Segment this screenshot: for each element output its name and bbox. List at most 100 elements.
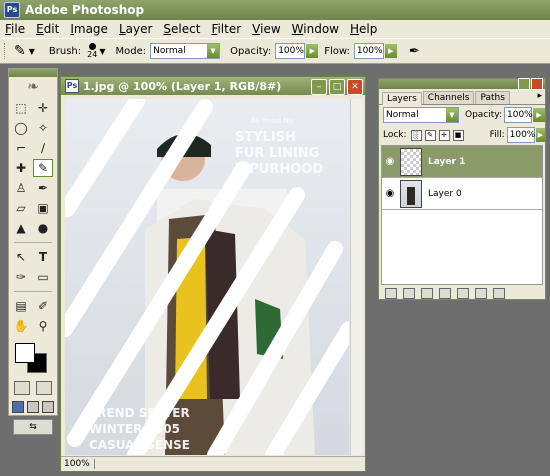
menu-view[interactable]: View — [247, 22, 286, 36]
zoom-tool-icon[interactable]: ⚲ — [33, 317, 53, 335]
new-layer-icon[interactable] — [475, 287, 487, 299]
flow-slider-arrow-icon[interactable]: ▶ — [384, 44, 397, 58]
layer-row-layer-1[interactable]: ◉ Layer 1 — [382, 146, 542, 178]
hand-tool-icon[interactable]: ✋ — [11, 317, 31, 335]
brush-tool-icon[interactable]: ✎ — [33, 159, 53, 177]
tab-channels[interactable]: Channels — [422, 91, 475, 104]
vertical-scrollbar[interactable] — [350, 99, 363, 455]
opacity-slider-arrow-icon[interactable]: ▶ — [306, 44, 319, 58]
brush-label: Brush: — [48, 45, 82, 57]
document-icon: Ps — [65, 79, 79, 93]
eyedropper-tool-icon[interactable]: ✐ — [33, 297, 53, 315]
magic-wand-tool-icon[interactable]: ✧ — [33, 119, 53, 137]
eye-icon[interactable]: ◉ — [382, 156, 398, 167]
link-layers-icon[interactable] — [385, 287, 397, 299]
toolbox-header[interactable] — [9, 69, 57, 77]
flow-input[interactable]: 100% — [353, 43, 384, 59]
layer-row-layer-0[interactable]: ◉ Layer 0 — [382, 178, 542, 210]
menu-layer[interactable]: Layer — [114, 22, 158, 36]
palette-header[interactable] — [379, 78, 545, 90]
fill-input[interactable]: 100% — [506, 127, 535, 143]
mode-select[interactable]: Normal ▼ — [150, 43, 221, 59]
pen-tool-icon[interactable]: ✑ — [11, 268, 31, 286]
shape-tool-icon[interactable]: ▭ — [33, 268, 53, 286]
blend-mode-select[interactable]: Normal ▼ — [383, 107, 459, 123]
brush-size-picker[interactable]: 24 — [87, 43, 97, 59]
layer-name: Layer 1 — [428, 156, 466, 167]
menu-filter[interactable]: Filter — [206, 22, 247, 36]
layer-style-icon[interactable] — [403, 287, 415, 299]
fill-arrow-icon[interactable]: ▶ — [535, 128, 545, 142]
zoom-level[interactable]: 100% — [61, 459, 95, 469]
image-text-headline-1: STYLISH — [235, 130, 296, 145]
lock-image-icon[interactable]: ✎ — [424, 129, 436, 141]
menu-window[interactable]: Window — [287, 22, 345, 36]
notes-tool-icon[interactable]: ▤ — [11, 297, 31, 315]
tool-preset-brush-icon[interactable]: ✎ — [14, 43, 26, 59]
brush-tip-icon — [88, 43, 96, 50]
menu-edit[interactable]: Edit — [31, 22, 65, 36]
full-screen-mode-button[interactable] — [41, 401, 54, 413]
menu-image[interactable]: Image — [65, 22, 114, 36]
blend-row: Normal ▼ Opacity: 100% ▶ — [379, 105, 545, 125]
document-title: 1.jpg @ 100% (Layer 1, RGB/8#) — [83, 79, 282, 93]
standard-mode-button[interactable] — [14, 381, 30, 395]
tab-layers[interactable]: Layers — [382, 92, 422, 105]
dodge-tool-icon[interactable]: ● — [33, 219, 53, 237]
eraser-tool-icon[interactable]: ▱ — [11, 199, 31, 217]
full-screen-menu-mode-button[interactable] — [26, 401, 39, 413]
menu-bar: File Edit Image Layer Select Filter View… — [0, 20, 550, 38]
layer-mask-icon[interactable] — [421, 287, 433, 299]
menu-select[interactable]: Select — [158, 22, 206, 36]
healing-brush-tool-icon[interactable]: ✚ — [11, 159, 31, 177]
feather-logo-icon[interactable]: ❧ — [9, 77, 57, 97]
move-tool-icon[interactable]: ✛ — [33, 99, 53, 117]
slice-tool-icon[interactable]: ∕ — [33, 139, 53, 157]
gradient-tool-icon[interactable]: ▣ — [33, 199, 53, 217]
quick-mask-mode-button[interactable] — [36, 381, 52, 395]
blend-mode-value: Normal — [386, 110, 419, 120]
edit-mode-group — [11, 381, 55, 395]
close-button[interactable]: ✕ — [347, 79, 363, 95]
blend-chevron-down-icon: ▼ — [446, 108, 458, 122]
menu-file[interactable]: File — [0, 22, 31, 36]
crop-tool-icon[interactable]: ⌐ — [11, 139, 31, 157]
new-group-icon[interactable] — [457, 287, 469, 299]
lasso-tool-icon[interactable]: ◯ — [11, 119, 31, 137]
history-brush-tool-icon[interactable]: ✒ — [33, 179, 53, 197]
type-tool-icon[interactable]: T — [33, 248, 53, 266]
menu-help[interactable]: Help — [345, 22, 383, 36]
opacity-label: Opacity: — [230, 45, 272, 57]
minimize-button[interactable]: – — [311, 79, 327, 95]
trash-icon[interactable] — [493, 287, 505, 299]
layer-thumbnail — [400, 147, 422, 176]
lock-transparent-icon[interactable]: ░ — [410, 129, 422, 141]
palette-menu-icon[interactable]: ▸ — [537, 91, 542, 101]
path-selection-tool-icon[interactable]: ↖ — [11, 248, 31, 266]
jump-to-imageready-button[interactable]: ⇆ — [13, 419, 53, 435]
lock-position-icon[interactable]: ✛ — [438, 129, 450, 141]
palette-tabs: Layers Channels Paths ▸ — [379, 89, 545, 105]
image-text-top: All Trend No — [251, 117, 293, 125]
opacity-input[interactable]: 100% — [275, 43, 306, 59]
mode-label: Mode: — [115, 45, 147, 57]
image-canvas[interactable]: All Trend No STYLISH FUR LINING ZIPURHOO… — [65, 99, 349, 455]
options-grip[interactable] — [4, 43, 8, 59]
tab-paths[interactable]: Paths — [475, 91, 510, 104]
airbrush-icon[interactable]: ✒ — [409, 44, 420, 59]
adjustment-layer-icon[interactable] — [439, 287, 451, 299]
blur-tool-icon[interactable]: ▲ — [11, 219, 31, 237]
app-title: Adobe Photoshop — [25, 3, 145, 17]
marquee-tool-icon[interactable]: ⬚ — [11, 99, 31, 117]
layer-opacity-arrow-icon[interactable]: ▶ — [533, 108, 545, 122]
tool-preset-arrow-icon[interactable]: ▼ — [29, 47, 35, 56]
maximize-button[interactable]: □ — [329, 79, 345, 95]
standard-screen-mode-button[interactable] — [12, 401, 25, 413]
foreground-color-swatch[interactable] — [15, 343, 35, 363]
lock-all-icon[interactable]: ■ — [452, 129, 464, 141]
clone-stamp-tool-icon[interactable]: ♙ — [11, 179, 31, 197]
layer-opacity-label: Opacity: — [465, 110, 502, 120]
layer-opacity-input[interactable]: 100% — [504, 107, 533, 123]
eye-icon[interactable]: ◉ — [382, 188, 398, 199]
brush-dropdown-arrow-icon[interactable]: ▼ — [99, 47, 105, 56]
